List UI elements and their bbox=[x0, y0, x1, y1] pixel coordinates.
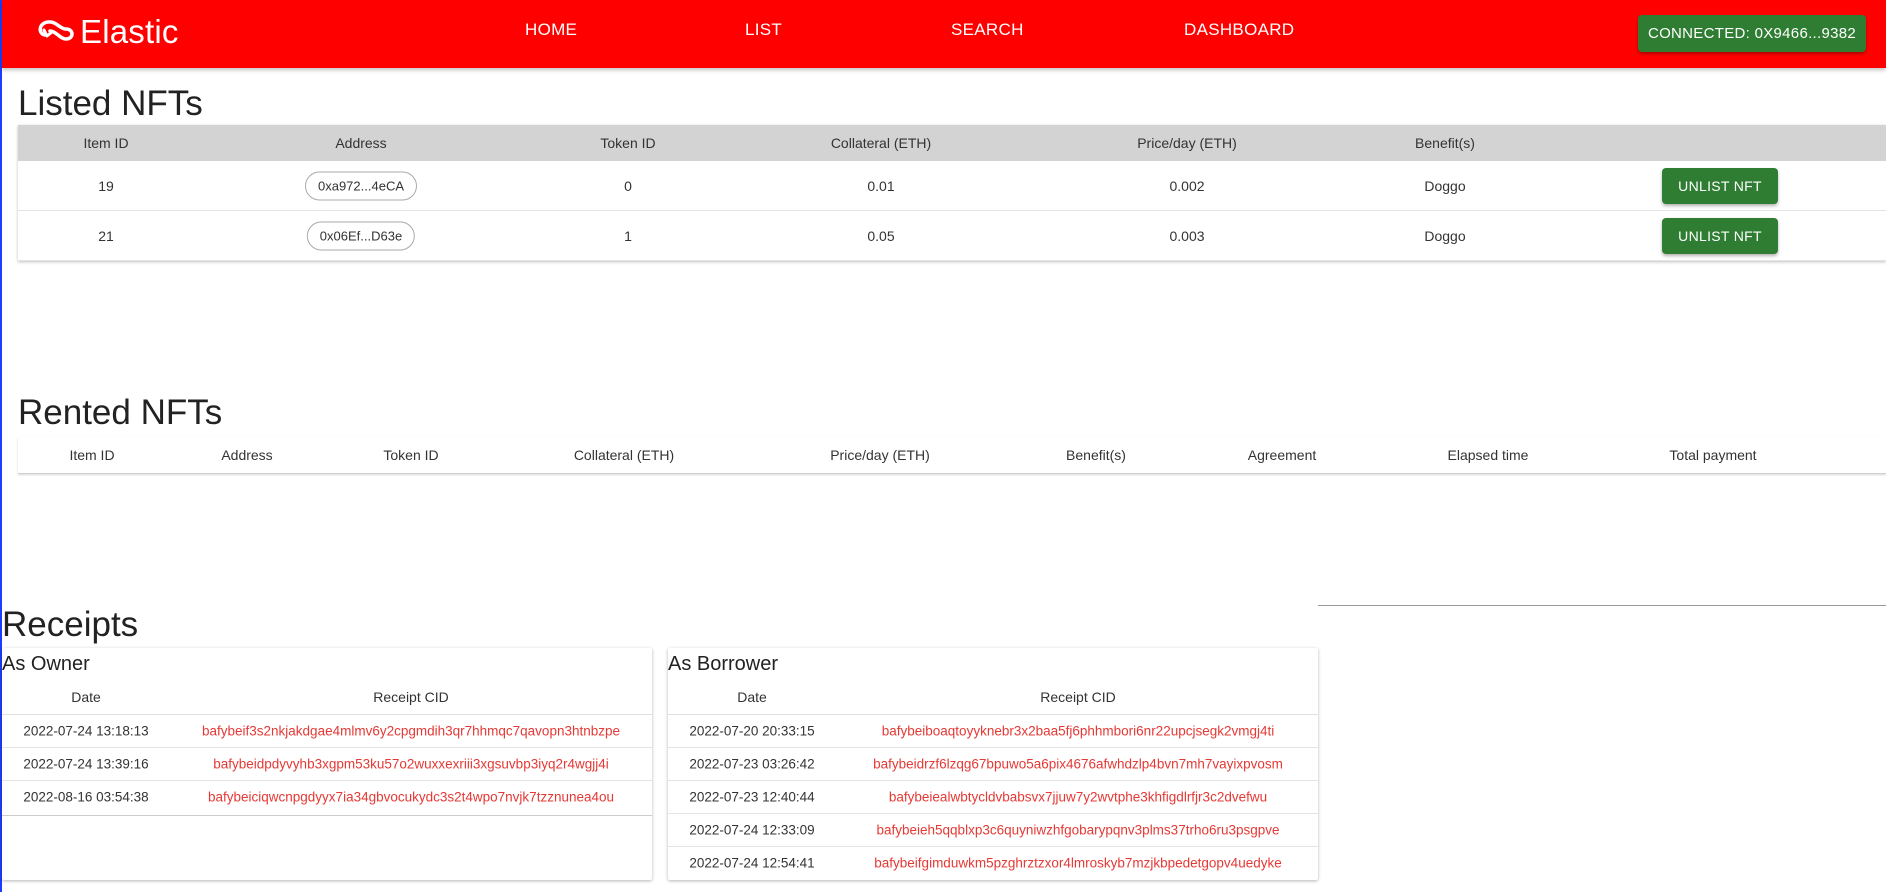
table-row: 2022-07-24 13:18:13 bafybeif3s2nkjakdgae… bbox=[2, 715, 652, 748]
receipt-date: 2022-07-24 12:33:09 bbox=[689, 822, 815, 838]
table-header: Date Receipt CID bbox=[2, 680, 652, 715]
benefit: Doggo bbox=[1424, 177, 1466, 194]
collateral: 0.05 bbox=[867, 227, 895, 244]
table-row: 2022-07-23 03:26:42 bafybeidrzf6lzqg67bp… bbox=[668, 748, 1318, 781]
receipt-date: 2022-07-20 20:33:15 bbox=[689, 723, 815, 739]
unlist-nft-button[interactable]: UNLIST NFT bbox=[1662, 217, 1778, 254]
col-receipt-cid: Receipt CID bbox=[373, 689, 449, 705]
table-row: 2022-07-24 12:54:41 bafybeifgimduwkm5pzg… bbox=[668, 847, 1318, 879]
divider bbox=[1318, 605, 1886, 606]
col-date: Date bbox=[737, 689, 767, 705]
nav-search[interactable]: SEARCH bbox=[951, 20, 1024, 40]
col-item-id: Item ID bbox=[69, 447, 115, 463]
top-app-bar: Elastic HOME LIST SEARCH DASHBOARD CONNE… bbox=[2, 0, 1886, 68]
table-row: 19 0xa972...4eCA 0 0.01 0.002 Doggo UNLI… bbox=[18, 161, 1886, 211]
receipts-title: Receipts bbox=[2, 605, 139, 644]
col-address: Address bbox=[221, 447, 273, 463]
col-price-day: Price/day (ETH) bbox=[1137, 135, 1237, 151]
col-date: Date bbox=[71, 689, 101, 705]
table-row: 2022-07-20 20:33:15 bafybeiboaqtoyyknebr… bbox=[668, 715, 1318, 748]
collateral: 0.01 bbox=[867, 177, 895, 194]
table-row: 2022-08-16 03:54:38 bafybeiciqwcnpgdyyx7… bbox=[2, 781, 652, 813]
col-address: Address bbox=[335, 135, 387, 151]
receipt-date: 2022-08-16 03:54:38 bbox=[23, 789, 149, 805]
nav-dashboard[interactable]: DASHBOARD bbox=[1184, 20, 1294, 40]
table-row: 2022-07-24 12:33:09 bafybeieh5qqblxp3c6q… bbox=[668, 814, 1318, 847]
receipt-date: 2022-07-24 13:39:16 bbox=[23, 756, 149, 772]
address-chip[interactable]: 0x06Ef...D63e bbox=[306, 221, 416, 250]
logo[interactable]: Elastic bbox=[36, 12, 179, 52]
listed-nfts-title: Listed NFTs bbox=[18, 84, 203, 123]
owner-receipts-panel: As Owner Date Receipt CID 2022-07-24 13:… bbox=[2, 648, 652, 880]
token-id: 1 bbox=[624, 227, 632, 244]
receipt-cid-link[interactable]: bafybeiboaqtoyyknebr3x2baa5fj6phhmbori6n… bbox=[882, 724, 1275, 739]
price-per-day: 0.003 bbox=[1169, 227, 1205, 244]
col-total-payment: Total payment bbox=[1669, 447, 1757, 463]
receipt-date: 2022-07-24 12:54:41 bbox=[689, 855, 815, 871]
item-id: 21 bbox=[98, 227, 114, 244]
col-collateral: Collateral (ETH) bbox=[573, 447, 675, 463]
receipt-cid-link[interactable]: bafybeiealwbtycldvbabsvx7jjuw7y2wvtphe3k… bbox=[889, 790, 1267, 805]
borrower-receipts-panel: As Borrower Date Receipt CID 2022-07-20 … bbox=[668, 648, 1318, 880]
logo-text: Elastic bbox=[80, 13, 179, 50]
price-per-day: 0.002 bbox=[1169, 177, 1205, 194]
rented-nfts-table-header: Item ID Address Token ID Collateral (ETH… bbox=[18, 437, 1886, 474]
listed-nfts-table: Item ID Address Token ID Collateral (ETH… bbox=[18, 125, 1886, 261]
receipt-cid-link[interactable]: bafybeifgimduwkm5pzghrztzxor4lmroskyb7mz… bbox=[874, 856, 1281, 871]
col-item-id: Item ID bbox=[83, 135, 129, 151]
elastic-loop-icon bbox=[36, 13, 78, 52]
address-chip[interactable]: 0xa972...4eCA bbox=[304, 171, 418, 200]
receipt-cid-link[interactable]: bafybeif3s2nkjakdgae4mlmv6y2cpgmdih3qr7h… bbox=[202, 724, 620, 739]
owner-receipts-title: As Owner bbox=[2, 653, 90, 675]
table-row: 2022-07-23 12:40:44 bafybeiealwbtycldvba… bbox=[668, 781, 1318, 814]
col-agreement: Agreement bbox=[1247, 447, 1317, 463]
table-row: 2022-07-24 13:39:16 bafybeidpdyvyhb3xgpm… bbox=[2, 748, 652, 781]
table-header: Date Receipt CID bbox=[668, 680, 1318, 715]
nav-list[interactable]: LIST bbox=[745, 20, 782, 40]
token-id: 0 bbox=[624, 177, 632, 194]
nav-home[interactable]: HOME bbox=[525, 20, 577, 40]
col-token-id: Token ID bbox=[383, 447, 439, 463]
unlist-nft-button[interactable]: UNLIST NFT bbox=[1662, 167, 1778, 204]
receipt-date: 2022-07-24 13:18:13 bbox=[23, 723, 149, 739]
receipt-cid-link[interactable]: bafybeieh5qqblxp3c6quyniwzhfgobarypqnv3p… bbox=[876, 823, 1279, 838]
col-elapsed-time: Elapsed time bbox=[1447, 447, 1529, 463]
col-receipt-cid: Receipt CID bbox=[1040, 689, 1116, 705]
receipt-cid-link[interactable]: bafybeidrzf6lzqg67bpuwo5a6pix4676afwhdzl… bbox=[873, 757, 1283, 772]
receipt-cid-link[interactable]: bafybeidpdyvyhb3xgpm53ku57o2wuxxexriii3x… bbox=[213, 757, 609, 772]
receipt-date: 2022-07-23 12:40:44 bbox=[689, 789, 815, 805]
benefit: Doggo bbox=[1424, 227, 1466, 244]
col-benefits: Benefit(s) bbox=[1415, 135, 1475, 151]
col-token-id: Token ID bbox=[600, 135, 656, 151]
table-row: 21 0x06Ef...D63e 1 0.05 0.003 Doggo UNLI… bbox=[18, 211, 1886, 261]
col-benefits: Benefit(s) bbox=[1066, 447, 1126, 463]
receipt-date: 2022-07-23 03:26:42 bbox=[689, 756, 815, 772]
receipt-cid-link[interactable]: bafybeiciqwcnpgdyyx7ia34gbvocukydc3s2t4w… bbox=[208, 790, 614, 805]
table-header: Item ID Address Token ID Collateral (ETH… bbox=[18, 125, 1886, 161]
divider bbox=[2, 815, 652, 816]
item-id: 19 bbox=[98, 177, 114, 194]
rented-nfts-title: Rented NFTs bbox=[18, 393, 223, 432]
col-collateral: Collateral (ETH) bbox=[830, 135, 932, 151]
borrower-receipts-title: As Borrower bbox=[668, 653, 779, 675]
wallet-connected-button[interactable]: CONNECTED: 0X9466...9382 bbox=[1638, 15, 1866, 52]
col-price-day: Price/day (ETH) bbox=[830, 447, 930, 463]
